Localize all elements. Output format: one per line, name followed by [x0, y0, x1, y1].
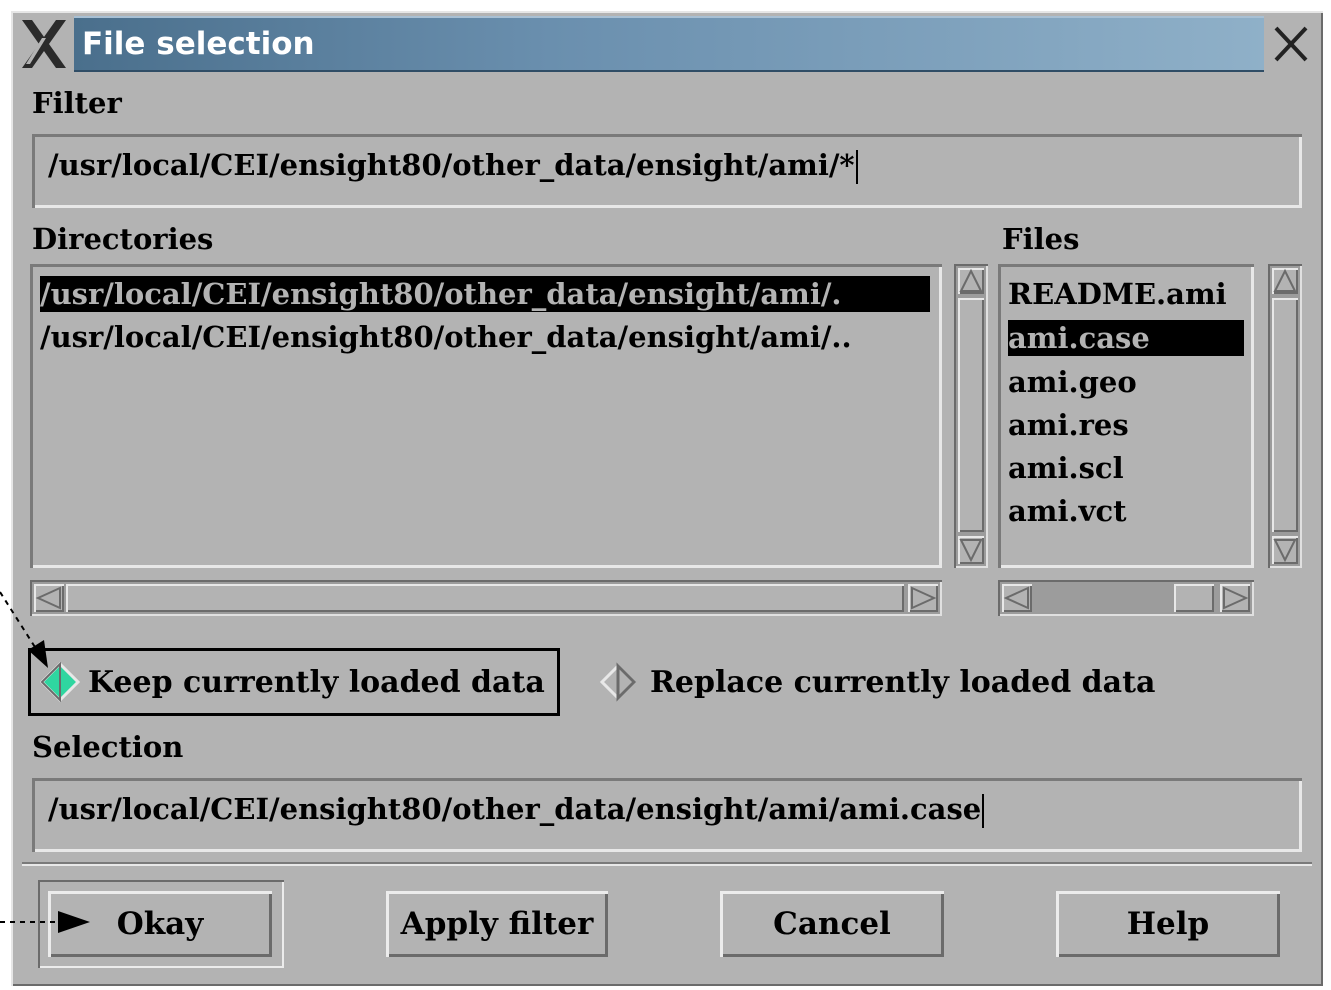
annotation-arrows [0, 591, 90, 933]
